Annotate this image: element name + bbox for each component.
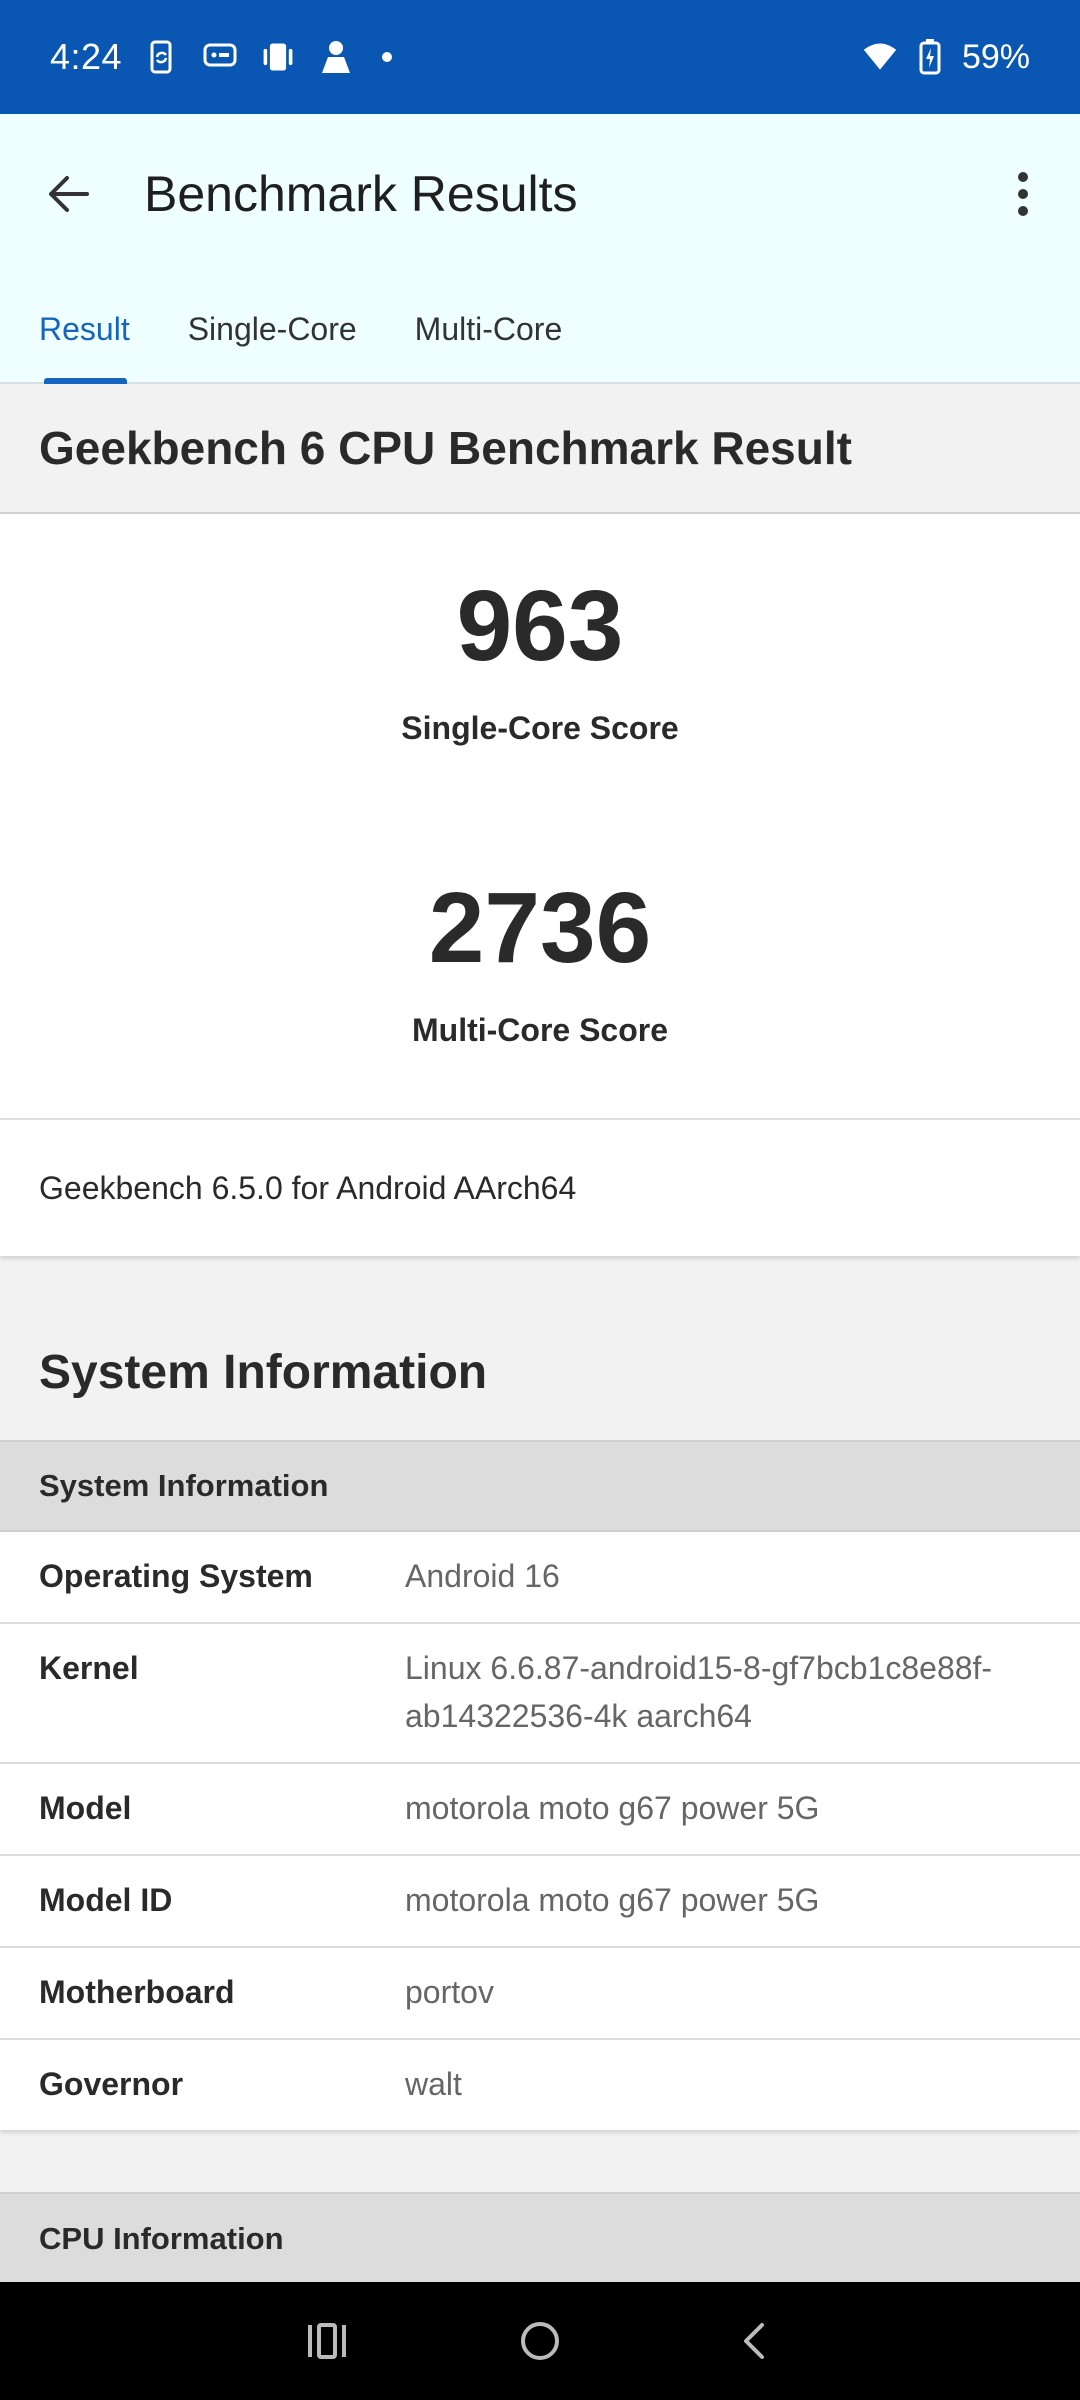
status-right: 59% xyxy=(862,38,1030,77)
more-vert-icon xyxy=(1018,172,1028,216)
version-info: Geekbench 6.5.0 for Android AArch64 xyxy=(0,1120,1080,1256)
table-row: Governor walt xyxy=(0,2040,1080,2130)
arrow-back-icon xyxy=(49,176,89,212)
table-row: Model motorola moto g67 power 5G xyxy=(0,1764,1080,1856)
result-title: Geekbench 6 CPU Benchmark Result xyxy=(39,422,852,474)
back-nav-button[interactable] xyxy=(713,2301,793,2381)
page-title: Benchmark Results xyxy=(144,166,578,222)
overflow-menu-button[interactable] xyxy=(996,162,1050,226)
row-value: Android 16 xyxy=(405,1558,560,1594)
row-value: Linux 6.6.87-android15-8-gf7bcb1c8e88f-a… xyxy=(405,1650,993,1734)
scores-card: 963 Single-Core Score 2736 Multi-Core Sc… xyxy=(0,514,1080,1120)
tab-multi-core[interactable]: Multi-Core xyxy=(415,274,563,384)
multi-core-score-value: 2736 xyxy=(428,872,652,984)
row-value: portov xyxy=(405,1974,494,2010)
recents-button[interactable] xyxy=(287,2301,367,2381)
recents-icon xyxy=(307,2323,346,2359)
row-key: Model ID xyxy=(39,1882,173,1918)
status-time: 4:24 xyxy=(50,36,123,77)
home-icon xyxy=(520,2322,559,2360)
navigation-bar xyxy=(0,2282,1080,2400)
chat-bubble-icon xyxy=(202,39,238,75)
row-value: walt xyxy=(405,2066,462,2102)
wifi-icon xyxy=(862,39,898,75)
system-information-heading: System Information xyxy=(0,1256,1080,1442)
row-key: Governor xyxy=(39,2066,184,2102)
status-left: 4:24 xyxy=(50,36,393,78)
row-key: Motherboard xyxy=(39,1974,235,2010)
home-button[interactable] xyxy=(500,2301,580,2381)
row-key: Kernel xyxy=(39,1650,139,1686)
phone-sync-icon xyxy=(144,39,180,75)
table-row: Motherboard portov xyxy=(0,1948,1080,2040)
single-core-score-value: 963 xyxy=(456,570,624,682)
system-information-table-header: System Information xyxy=(0,1442,1080,1532)
cpu-information-table-header: CPU Information xyxy=(0,2192,1080,2284)
back-button[interactable] xyxy=(36,162,100,226)
vibrate-icon xyxy=(260,39,296,75)
back-nav-icon xyxy=(744,2323,765,2359)
tab-single-core[interactable]: Single-Core xyxy=(188,274,357,384)
battery-percentage: 59% xyxy=(961,37,1030,76)
table-row: Operating System Android 16 xyxy=(0,1532,1080,1624)
multi-core-score-label: Multi-Core Score xyxy=(411,1012,669,1048)
result-header: Geekbench 6 CPU Benchmark Result xyxy=(0,384,1080,514)
tab-bar: Result Single-Core Multi-Core xyxy=(0,274,1080,384)
person-icon xyxy=(318,39,354,75)
multi-core-score-block: 2736 Multi-Core Score xyxy=(0,816,1080,1118)
single-core-score-block: 963 Single-Core Score xyxy=(0,514,1080,816)
row-key: Model xyxy=(39,1790,132,1826)
toolbar: Benchmark Results xyxy=(0,114,1080,274)
battery-charging-icon xyxy=(912,39,948,75)
single-core-score-label: Single-Core Score xyxy=(401,710,679,746)
system-information-table: Operating System Android 16 Kernel Linux… xyxy=(0,1532,1080,2130)
table-row: Model ID motorola moto g67 power 5G xyxy=(0,1856,1080,1948)
row-value: motorola moto g67 power 5G xyxy=(405,1882,820,1918)
row-key: Operating System xyxy=(39,1558,313,1594)
status-bar: 4:24 59% xyxy=(0,0,1080,114)
row-value: motorola moto g67 power 5G xyxy=(405,1790,820,1826)
tab-result[interactable]: Result xyxy=(39,274,130,384)
table-row: Kernel Linux 6.6.87-android15-8-gf7bcb1c… xyxy=(0,1624,1080,1764)
dot-icon xyxy=(382,52,393,62)
app-bar: Benchmark Results Result Single-Core Mul… xyxy=(0,114,1080,384)
